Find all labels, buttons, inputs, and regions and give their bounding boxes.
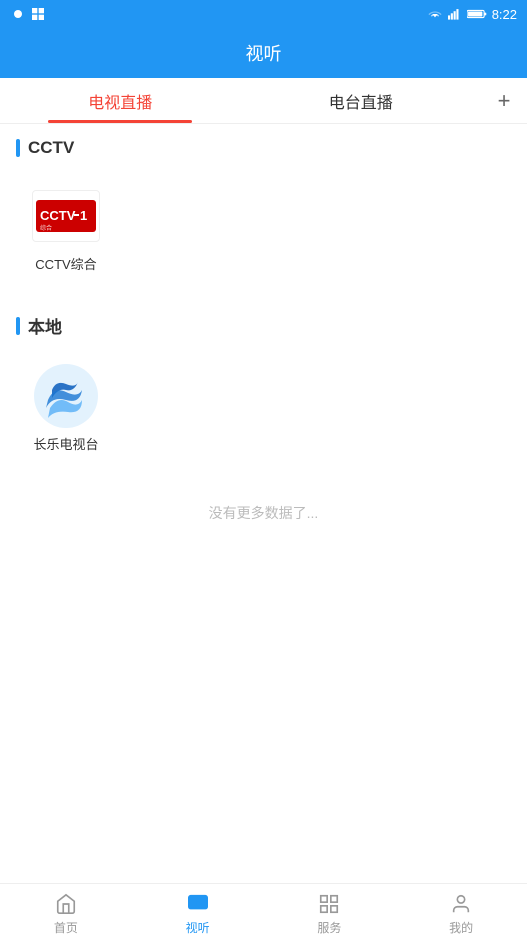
- home-icon: [54, 892, 78, 916]
- header-title: 视听: [246, 40, 282, 66]
- nav-item-services[interactable]: 服务: [264, 892, 396, 936]
- bottom-nav: 首页 视听 服务 我的: [0, 883, 527, 943]
- nav-label-services: 服务: [317, 919, 341, 936]
- nav-label-home: 首页: [54, 919, 78, 936]
- channel-item-cctv1[interactable]: CCTV 1 综合 CCTV综合: [16, 176, 116, 283]
- cctv1-name: CCTV综合: [35, 254, 96, 273]
- nav-label-media: 视听: [186, 919, 210, 936]
- cctv-channel-grid: CCTV 1 综合 CCTV综合: [0, 168, 527, 299]
- tab-tv[interactable]: 电视直播: [0, 78, 241, 123]
- nav-item-home[interactable]: 首页: [0, 892, 132, 936]
- add-tab-button[interactable]: +: [481, 88, 527, 114]
- svg-text:CCTV: CCTV: [40, 208, 76, 223]
- nav-label-mine: 我的: [449, 919, 473, 936]
- android-icon: [10, 6, 26, 22]
- wifi-icon: [427, 8, 443, 20]
- tab-bar: 电视直播 电台直播 +: [0, 78, 527, 124]
- battery-icon: [467, 8, 487, 20]
- changle-logo: [32, 362, 100, 430]
- grid-icon: [317, 892, 341, 916]
- changle-logo-svg: [32, 362, 100, 430]
- nav-item-media[interactable]: 视听: [132, 892, 264, 936]
- local-channel-grid: 长乐电视台: [0, 348, 527, 479]
- app-header: 视听: [0, 28, 527, 78]
- no-more-data: 没有更多数据了...: [0, 479, 527, 539]
- svg-text:1: 1: [80, 208, 87, 223]
- user-icon: [449, 892, 473, 916]
- status-time: 8:22: [492, 7, 517, 22]
- app-icon: [30, 6, 46, 22]
- section-header-local: 本地: [0, 299, 527, 348]
- svg-text:综合: 综合: [40, 224, 52, 232]
- status-bar-right: 8:22: [427, 7, 517, 22]
- cctv1-logo-svg: CCTV 1 综合: [36, 194, 96, 238]
- status-bar: 8:22: [0, 0, 527, 28]
- signal-icon: [448, 8, 462, 20]
- cctv1-logo: CCTV 1 综合: [32, 190, 100, 242]
- main-content: CCTV CCTV 1 综合: [0, 124, 527, 599]
- section-header-cctv: CCTV: [0, 124, 527, 168]
- channel-item-changle[interactable]: 长乐电视台: [16, 356, 116, 463]
- changle-name: 长乐电视台: [33, 434, 98, 453]
- play-icon: [186, 892, 210, 916]
- cctv1-logo-container: CCTV 1 综合: [31, 186, 101, 246]
- changle-logo-container: [31, 366, 101, 426]
- tab-radio[interactable]: 电台直播: [241, 78, 482, 123]
- status-bar-left: [10, 6, 46, 22]
- nav-item-mine[interactable]: 我的: [395, 892, 527, 936]
